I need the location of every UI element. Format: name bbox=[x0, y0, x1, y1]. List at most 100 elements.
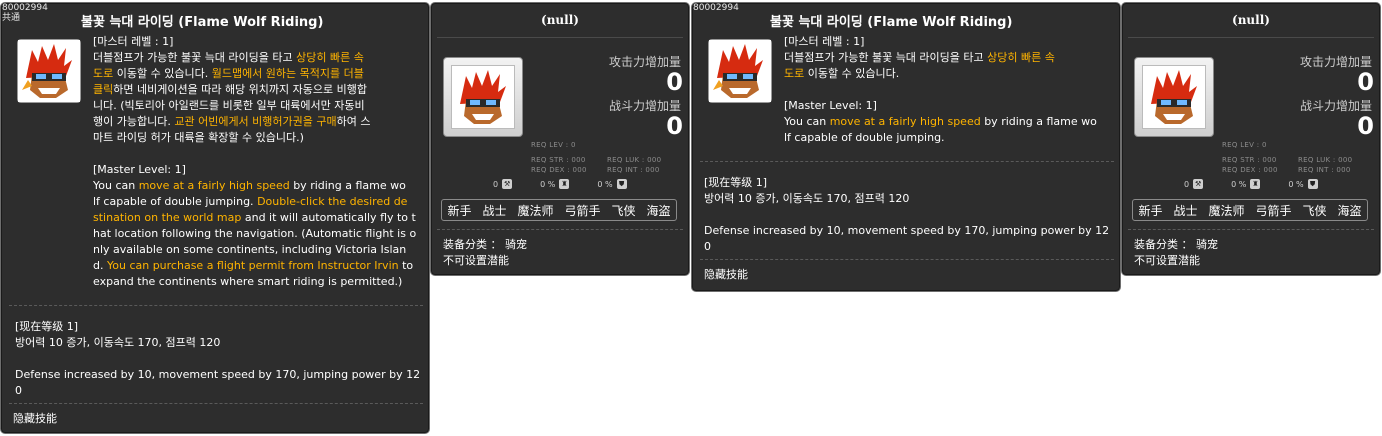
desc-text: lf capable of double jumping. bbox=[784, 131, 945, 144]
effect-en-cont: 0 bbox=[15, 384, 22, 397]
item-potential: 不可设置潜能 bbox=[1134, 254, 1200, 267]
item-category: 装备分类 ： 骑宠 bbox=[1134, 238, 1218, 251]
desc-line: 더블점프가 가능한 불꽃 늑대 라이딩을 타고 상당히 빠른 속 bbox=[784, 50, 1114, 66]
job-archer: 弓箭手 bbox=[1255, 203, 1292, 218]
skill-desc: [마스터 레벨 : 1] 더블점프가 가능한 불꽃 늑대 라이딩을 타고 상당히… bbox=[93, 34, 423, 290]
highlight-text: Double-click the desired de bbox=[257, 195, 408, 208]
highlight-text: 도로 bbox=[784, 67, 805, 80]
desc-line: nly available on some continents, includ… bbox=[93, 242, 423, 258]
desc-text: 이동할 수 있습니다. bbox=[113, 67, 212, 80]
desc-text: You can bbox=[93, 179, 139, 192]
skill-tooltip-long: 80002994 共通 불꽃 늑대 라이딩 (Flame Wolf Riding… bbox=[0, 2, 430, 434]
helmet-icon: ♜ bbox=[1250, 179, 1261, 189]
item-icon-frame bbox=[1134, 57, 1214, 137]
desc-text: to bbox=[398, 259, 414, 272]
skill-tag: 共通 bbox=[2, 13, 21, 23]
flame-wolf-icon bbox=[452, 66, 514, 128]
desc-line: hat location following the navigation. (… bbox=[93, 226, 423, 242]
job-archer: 弓箭手 bbox=[564, 203, 601, 218]
header-divider bbox=[437, 37, 683, 38]
desc-text: 하면 네비게이션을 따라 해당 위치까지 자동으로 비행합 bbox=[113, 83, 367, 96]
effect-en-cont: 0 bbox=[704, 240, 711, 253]
desc-en: You can move at a fairly high speed by r… bbox=[93, 178, 423, 290]
req-int: REQ INT : 000 bbox=[1298, 166, 1351, 174]
highlight-text: 월드맵에서 원하는 목적지를 더블 bbox=[211, 67, 364, 80]
req-dex: REQ DEX : 000 bbox=[1222, 166, 1278, 174]
desc-line: 행이 가능합니다. 교관 어빈에게서 비행허가권을 구매하여 스 bbox=[93, 114, 423, 130]
job-beginner: 新手 bbox=[1138, 203, 1163, 218]
desc-text: 하여 스 bbox=[336, 115, 371, 128]
req-lev: REQ LEV : 0 bbox=[531, 141, 576, 149]
separator bbox=[700, 259, 1114, 260]
req-dex: REQ DEX : 000 bbox=[531, 166, 587, 174]
desc-line: lf capable of double jumping. Double-cli… bbox=[93, 194, 423, 210]
desc-text: expand the continents where smart riding… bbox=[93, 275, 403, 288]
req-str: REQ STR : 000 bbox=[531, 156, 586, 164]
atk-value: 0 bbox=[666, 68, 683, 96]
job-bar: 新手 战士 魔法师 弓箭手 飞侠 海盗 bbox=[441, 199, 677, 221]
helmet-icon: ♜ bbox=[559, 179, 570, 189]
req-lev: REQ LEV : 0 bbox=[1222, 141, 1267, 149]
req-int: REQ INT : 000 bbox=[607, 166, 660, 174]
shield-icon: ⛊ bbox=[616, 179, 627, 189]
fight-value: 0 bbox=[666, 112, 683, 140]
skill-icon-frame bbox=[17, 39, 81, 103]
job-thief: 飞侠 bbox=[611, 203, 636, 218]
job-beginner: 新手 bbox=[447, 203, 472, 218]
desc-text: lf capable of double jumping. bbox=[93, 195, 258, 208]
highlight-text: You can purchase a flight permit from In… bbox=[106, 259, 399, 272]
desc-line: You can move at a fairly high speed by r… bbox=[784, 114, 1114, 130]
skill-id: 80002994 bbox=[693, 3, 739, 13]
desc-text: 행이 가능합니다. bbox=[93, 115, 175, 128]
desc-text: 니다. (빅토리아 아일랜드를 비롯한 일부 대륙에서만 자동비 bbox=[93, 99, 365, 112]
req-luk: REQ LUK : 000 bbox=[607, 156, 662, 164]
req-luk: REQ LUK : 000 bbox=[1298, 156, 1353, 164]
highlight-text: 상당히 빠른 속 bbox=[296, 51, 364, 64]
separator bbox=[700, 161, 1114, 162]
desc-line: You can move at a fairly high speed by r… bbox=[93, 178, 423, 194]
fight-value: 0 bbox=[1357, 112, 1374, 140]
highlight-text: 상당히 빠른 속 bbox=[987, 51, 1055, 64]
desc-line: 니다. (빅토리아 아일랜드를 비롯한 일부 대륙에서만 자동비 bbox=[93, 98, 423, 114]
item-potential: 不可设置潜能 bbox=[443, 254, 509, 267]
desc-text: and it will automatically fly to t bbox=[241, 211, 416, 224]
desc-text: 더블점프가 가능한 불꽃 늑대 라이딩을 타고 bbox=[784, 51, 988, 64]
desc-line: expand the continents where smart riding… bbox=[93, 274, 423, 290]
desc-line: 더블점프가 가능한 불꽃 늑대 라이딩을 타고 상당히 빠른 속 bbox=[93, 50, 423, 66]
wrench-icon: ⚒ bbox=[1193, 179, 1204, 189]
effect-kr: 방어력 10 증가, 이동속도 170, 점프력 120 bbox=[704, 192, 910, 205]
desc-kr: 더블점프가 가능한 불꽃 늑대 라이딩을 타고 상당히 빠른 속 도로 이동할 수… bbox=[784, 50, 1114, 82]
separator bbox=[9, 403, 423, 404]
current-level: [现在等级 1] bbox=[704, 176, 768, 189]
highlight-text: 도로 bbox=[93, 67, 114, 80]
separator bbox=[1128, 229, 1374, 230]
hidden-skill-label: 隐藏技能 bbox=[704, 268, 748, 281]
skill-desc: [마스터 레벨 : 1] 더블점프가 가능한 불꽃 늑대 라이딩을 타고 상당히… bbox=[784, 34, 1114, 146]
job-warrior: 战士 bbox=[482, 203, 507, 218]
flame-wolf-icon bbox=[709, 40, 771, 102]
desc-line: 클릭하면 네비게이션을 따라 해당 위치까지 자동으로 비행합 bbox=[93, 82, 423, 98]
highlight-text: move at a fairly high speed bbox=[829, 115, 981, 128]
master-level-en: [Master Level: 1] bbox=[784, 99, 877, 112]
master-level-kr: [마스터 레벨 : 1] bbox=[93, 35, 174, 48]
hidden-skill-label: 隐藏技能 bbox=[13, 412, 57, 425]
effect-en: Defense increased by 10, movement speed … bbox=[15, 368, 421, 381]
skill-title: 불꽃 늑대 라이딩 (Flame Wolf Riding) bbox=[770, 15, 1013, 30]
desc-text: 더블점프가 가능한 불꽃 늑대 라이딩을 타고 bbox=[93, 51, 297, 64]
item-tooltip-2: (null) 攻击力增加量 0 战斗力增加量 0 REQ LEV : 0 REQ… bbox=[1121, 2, 1381, 276]
header-divider bbox=[1128, 37, 1374, 38]
desc-line: 도로 이동할 수 있습니다. bbox=[784, 66, 1114, 82]
desc-text: by riding a flame wo bbox=[289, 179, 406, 192]
desc-text: 이동할 수 있습니다. bbox=[804, 67, 900, 80]
highlight-text: 클릭 bbox=[93, 83, 114, 96]
item-icon-frame bbox=[443, 57, 523, 137]
desc-text: d. bbox=[93, 259, 107, 272]
wrench-icon: ⚒ bbox=[502, 179, 513, 189]
desc-line: stination on the world map and it will a… bbox=[93, 210, 423, 226]
effect-en: Defense increased by 10, movement speed … bbox=[704, 224, 1110, 237]
effect-kr: 방어력 10 증가, 이동속도 170, 점프력 120 bbox=[15, 336, 221, 349]
job-warrior: 战士 bbox=[1173, 203, 1198, 218]
job-magician: 魔法师 bbox=[517, 203, 554, 218]
skill-tooltip-short: 80002994 불꽃 늑대 라이딩 (Flame Wolf Riding) [… bbox=[691, 2, 1121, 292]
req-str: REQ STR : 000 bbox=[1222, 156, 1277, 164]
